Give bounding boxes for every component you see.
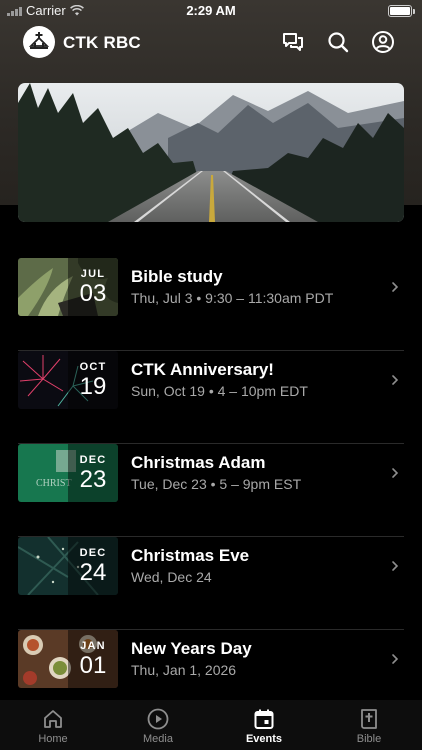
tab-label: Bible: [356, 733, 382, 745]
event-subtitle: Sun, Oct 19 • 4 – 10pm EDT: [131, 383, 308, 399]
event-day: 24: [79, 559, 107, 586]
chevron-right-icon: [392, 561, 399, 571]
event-thumbnail: OCT 19: [18, 351, 118, 409]
tab-bar: Home Media Events Bible: [0, 700, 422, 750]
profile-icon[interactable]: [371, 30, 395, 54]
status-bar: Carrier 2:29 AM: [0, 0, 422, 22]
tab-events[interactable]: Events: [224, 708, 304, 745]
svg-text:CHRIST: CHRIST: [36, 478, 72, 489]
tab-home[interactable]: Home: [13, 708, 93, 745]
calendar-icon: [254, 709, 274, 729]
app-header: CTK RBC: [0, 26, 422, 62]
event-thumbnail: DEC 24: [18, 537, 118, 595]
tab-label: Events: [245, 733, 283, 745]
event-thumbnail: CHRIST DEC 23: [18, 444, 118, 502]
mountain-road-image: [18, 83, 404, 222]
status-time: 2:29 AM: [186, 3, 236, 18]
event-month: DEC: [79, 454, 107, 466]
event-day: 03: [79, 280, 107, 307]
chevron-right-icon: [392, 282, 399, 292]
events-list: JUL 03 Bible study Thu, Jul 3 • 9:30 – 1…: [18, 258, 404, 723]
event-subtitle: Tue, Dec 23 • 5 – 9pm EST: [131, 476, 302, 492]
chevron-right-icon: [392, 468, 399, 478]
chat-icon[interactable]: [281, 30, 305, 54]
tab-label: Media: [143, 733, 173, 745]
app-title: CTK RBC: [63, 33, 141, 52]
home-icon: [44, 710, 62, 728]
logo-icon[interactable]: [23, 26, 55, 58]
event-thumbnail: JAN 01: [18, 630, 118, 688]
featured-banner[interactable]: [18, 83, 404, 222]
event-title: Christmas Adam: [131, 453, 266, 472]
tab-label: Home: [38, 733, 68, 745]
search-icon[interactable]: [326, 30, 350, 54]
event-title: Bible study: [131, 267, 223, 286]
event-day: 01: [79, 652, 107, 679]
chevron-right-icon: [392, 375, 399, 385]
bible-icon: [361, 709, 377, 729]
play-icon: [147, 708, 169, 730]
chevron-right-icon: [392, 654, 399, 664]
event-title: New Years Day: [131, 639, 252, 658]
event-thumbnail: JUL 03: [18, 258, 118, 316]
event-item[interactable]: JUL 03 Bible study Thu, Jul 3 • 9:30 – 1…: [18, 258, 404, 351]
battery-icon: [388, 5, 415, 17]
event-month: JUL: [80, 268, 106, 280]
event-title: Christmas Eve: [131, 546, 250, 565]
event-month: OCT: [79, 361, 107, 373]
event-subtitle: Thu, Jul 3 • 9:30 – 11:30am PDT: [131, 290, 334, 306]
event-subtitle: Wed, Dec 24: [131, 569, 212, 585]
event-item[interactable]: CHRIST DEC 23 Christmas Adam Tue, Dec 23…: [18, 444, 404, 537]
tab-media[interactable]: Media: [118, 708, 198, 745]
event-title: CTK Anniversary!: [131, 360, 274, 379]
event-month: JAN: [80, 640, 106, 652]
event-day: 23: [79, 466, 107, 493]
event-subtitle: Thu, Jan 1, 2026: [131, 662, 237, 678]
event-day: 19: [79, 373, 107, 400]
event-item[interactable]: DEC 24 Christmas Eve Wed, Dec 24: [18, 537, 404, 630]
event-month: DEC: [79, 547, 107, 559]
tab-bible[interactable]: Bible: [329, 708, 409, 745]
event-item[interactable]: OCT 19 CTK Anniversary! Sun, Oct 19 • 4 …: [18, 351, 404, 444]
